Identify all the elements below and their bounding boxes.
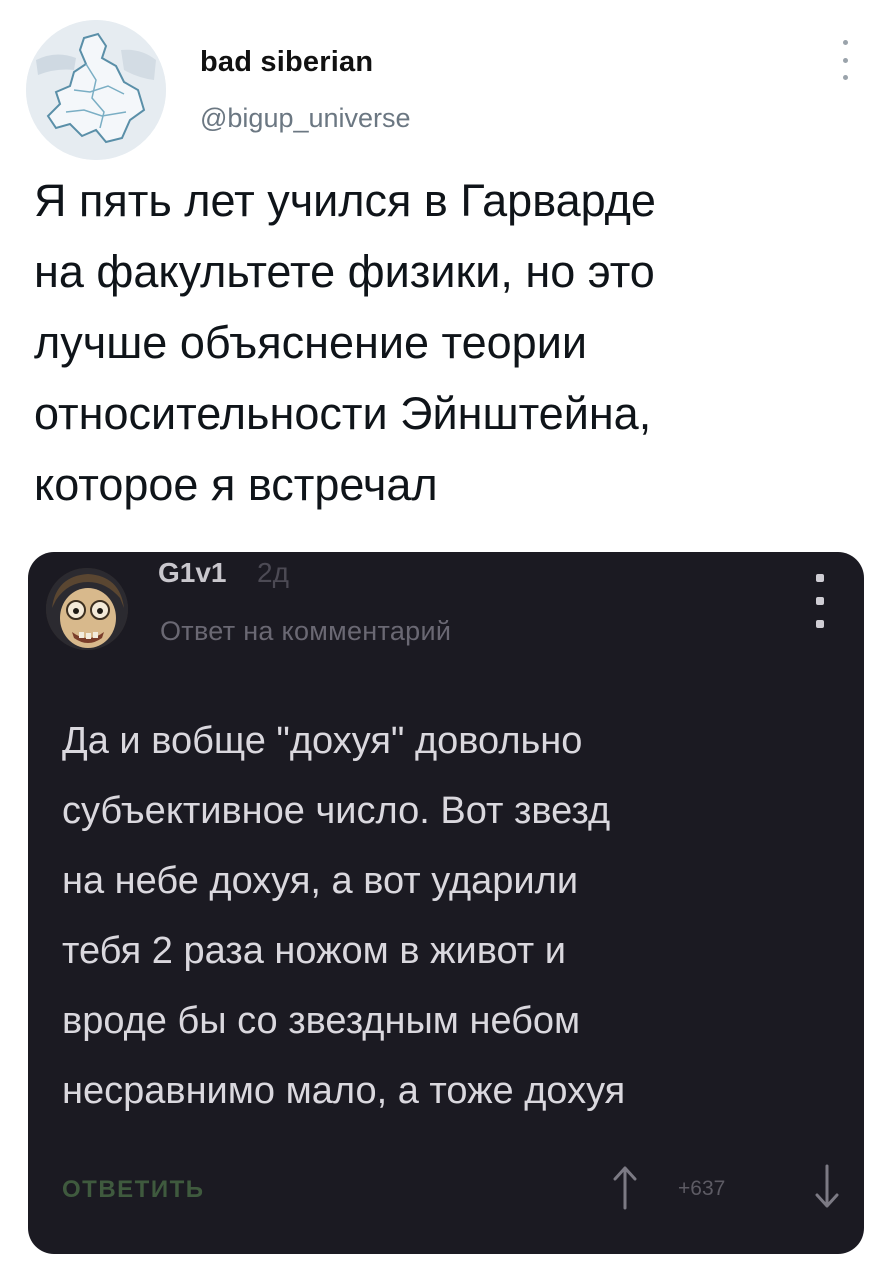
comment-reply-button[interactable]: ОТВЕТИТЬ [62, 1176, 205, 1204]
tweet-more-icon[interactable] [838, 40, 852, 80]
comment-text-line: вроде бы со звездным небом [62, 1000, 581, 1042]
tweet-text-line: Я пять лет учился в Гарварде [34, 175, 656, 226]
comment-reply-to[interactable]: Ответ на комментарий [160, 616, 451, 647]
author-handle[interactable]: @bigup_universe [200, 103, 411, 134]
comment-text-line: субъективное число. Вот звезд [62, 790, 611, 832]
comment-time: 2д [257, 557, 289, 588]
author-name[interactable]: bad siberian [200, 46, 373, 79]
comment-text-line: на небе дохуя, а вот ударили [62, 860, 579, 902]
comment-more-icon[interactable] [812, 574, 828, 628]
tweet: bad siberian @bigup_universe Я пять лет … [0, 0, 888, 1280]
comment-username[interactable]: G1v1 [158, 557, 227, 589]
comment-text-line: несравнимо мало, а тоже дохуя [62, 1070, 626, 1112]
tweet-text-line: на факультете физики, но это [34, 246, 655, 297]
tweet-text-line: которое я встречал [34, 459, 438, 510]
comment-text-line: тебя 2 раза ножом в живот и [62, 930, 566, 972]
comment-text: Да и вобще "дохуя" довольно субъективное… [62, 706, 842, 1126]
tweet-text-line: относительности Эйнштейна, [34, 388, 652, 439]
arrow-down-icon[interactable] [812, 1164, 842, 1210]
comment-score: +637 [678, 1177, 726, 1200]
tweet-text: Я пять лет учился в Гарварде на факульте… [34, 165, 834, 520]
cartoon-face-icon [46, 568, 128, 650]
arrow-up-icon[interactable] [610, 1164, 640, 1210]
author-avatar[interactable] [26, 20, 166, 160]
siberia-map-icon [26, 20, 166, 160]
tweet-text-line: лучше объяснение теории [34, 317, 587, 368]
comment-text-line: Да и вобще "дохуя" довольно [62, 720, 583, 762]
commenter-avatar[interactable] [46, 568, 128, 650]
